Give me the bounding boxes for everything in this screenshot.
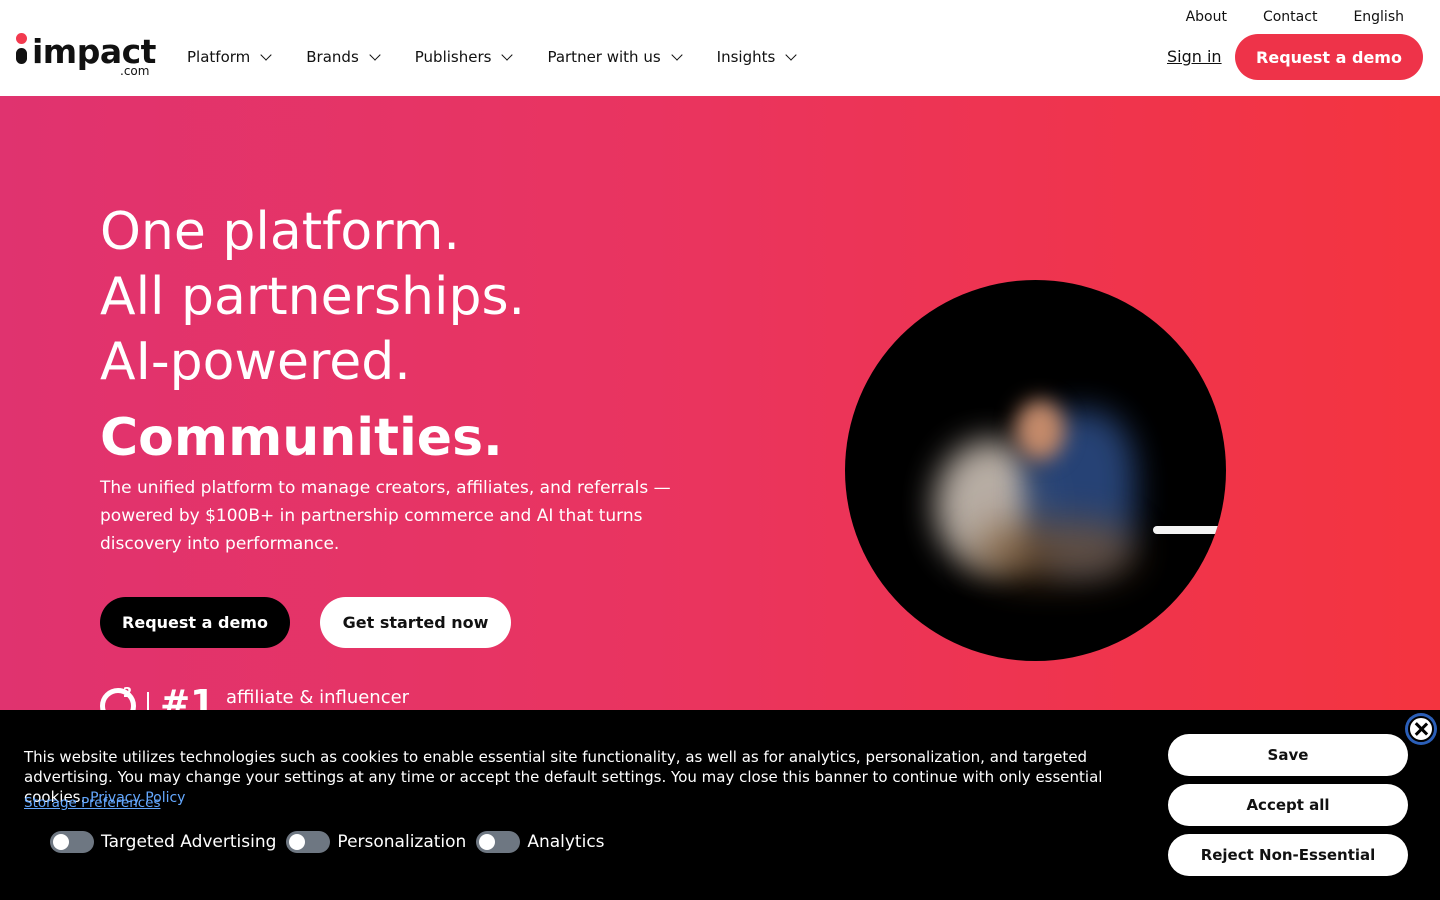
logo-suffix: .com — [120, 64, 150, 78]
cookie-accept-all-button[interactable]: Accept all — [1168, 784, 1408, 826]
toggle-analytics: Analytics — [476, 831, 605, 853]
chevron-down-icon — [501, 49, 514, 61]
impact-logo[interactable]: impact .com — [14, 32, 156, 78]
site-header: About Contact English impact .com Platfo… — [0, 0, 1440, 96]
nav-item-platform[interactable]: Platform — [187, 46, 272, 68]
logo-black-dot — [16, 48, 27, 64]
chevron-down-icon — [260, 49, 272, 61]
nav-label: Insights — [716, 48, 776, 66]
chevron-down-icon — [369, 49, 381, 61]
headline-line-2: All partnerships. — [100, 267, 526, 327]
analytics-switch[interactable] — [476, 831, 521, 853]
targeted-advertising-switch[interactable] — [50, 831, 94, 853]
nav-item-partner-with-us[interactable]: Partner with us — [547, 46, 683, 68]
nav-item-insights[interactable]: Insights — [716, 46, 797, 68]
headline-line-1: One platform. — [100, 202, 460, 262]
nav-label: Partner with us — [547, 48, 661, 66]
chevron-down-icon — [670, 49, 683, 61]
video-overlay-chip — [1153, 526, 1225, 534]
personalization-switch[interactable] — [286, 831, 331, 853]
close-icon-glyph — [1408, 716, 1434, 742]
hero-rotating-word: Communities. — [100, 408, 503, 468]
utility-nav: About Contact English — [1150, 8, 1404, 26]
contact-link[interactable]: Contact — [1263, 8, 1317, 26]
main-nav: Platform Brands Publishers Partner with … — [187, 46, 831, 68]
nav-item-brands[interactable]: Brands — [306, 46, 381, 68]
video-figure-base — [975, 520, 1135, 580]
request-demo-header-button[interactable]: Request a demo — [1235, 34, 1423, 80]
close-icon[interactable] — [1405, 713, 1437, 745]
nav-label: Publishers — [414, 48, 492, 66]
hero-video-circle[interactable] — [845, 280, 1226, 661]
about-link[interactable]: About — [1186, 8, 1227, 26]
storage-preferences-link[interactable]: Storage Preferences — [24, 794, 161, 812]
video-figure-head — [1015, 400, 1065, 460]
toggle-label: Personalization — [337, 832, 467, 852]
hero-subtext: The unified platform to manage creators,… — [100, 478, 671, 554]
request-demo-button[interactable]: Request a demo — [100, 597, 290, 648]
cookie-save-button[interactable]: Save — [1168, 734, 1408, 776]
chevron-down-icon — [785, 49, 797, 61]
logo-red-dot — [16, 33, 27, 44]
switch-knob — [53, 834, 69, 850]
toggle-targeted-advertising: Targeted Advertising — [50, 831, 276, 853]
nav-label: Platform — [187, 48, 251, 66]
get-started-button[interactable]: Get started now — [320, 597, 511, 648]
toggle-personalization: Personalization — [286, 831, 466, 853]
cookie-message-text: This website utilizes technologies such … — [24, 748, 1103, 806]
language-selector[interactable]: English — [1353, 8, 1404, 26]
cookie-banner: This website utilizes technologies such … — [0, 710, 1440, 900]
switch-knob — [479, 834, 496, 850]
toggle-label: Analytics — [527, 832, 605, 852]
nav-label: Brands — [306, 48, 359, 66]
cookie-reject-button[interactable]: Reject Non-Essential — [1168, 834, 1408, 876]
headline-line-3: AI-powered. — [100, 332, 411, 392]
toggle-label: Targeted Advertising — [101, 832, 277, 852]
sign-in-link[interactable]: Sign in — [1167, 47, 1222, 67]
switch-knob — [289, 834, 306, 850]
cookie-toggles: Targeted Advertising Personalization Ana… — [50, 831, 615, 853]
award-label: affiliate & influencer — [226, 687, 410, 708]
nav-item-publishers[interactable]: Publishers — [414, 46, 514, 68]
cookie-message: This website utilizes technologies such … — [24, 747, 1154, 808]
hero-headline: One platform. All partnerships. AI-power… — [100, 200, 525, 395]
